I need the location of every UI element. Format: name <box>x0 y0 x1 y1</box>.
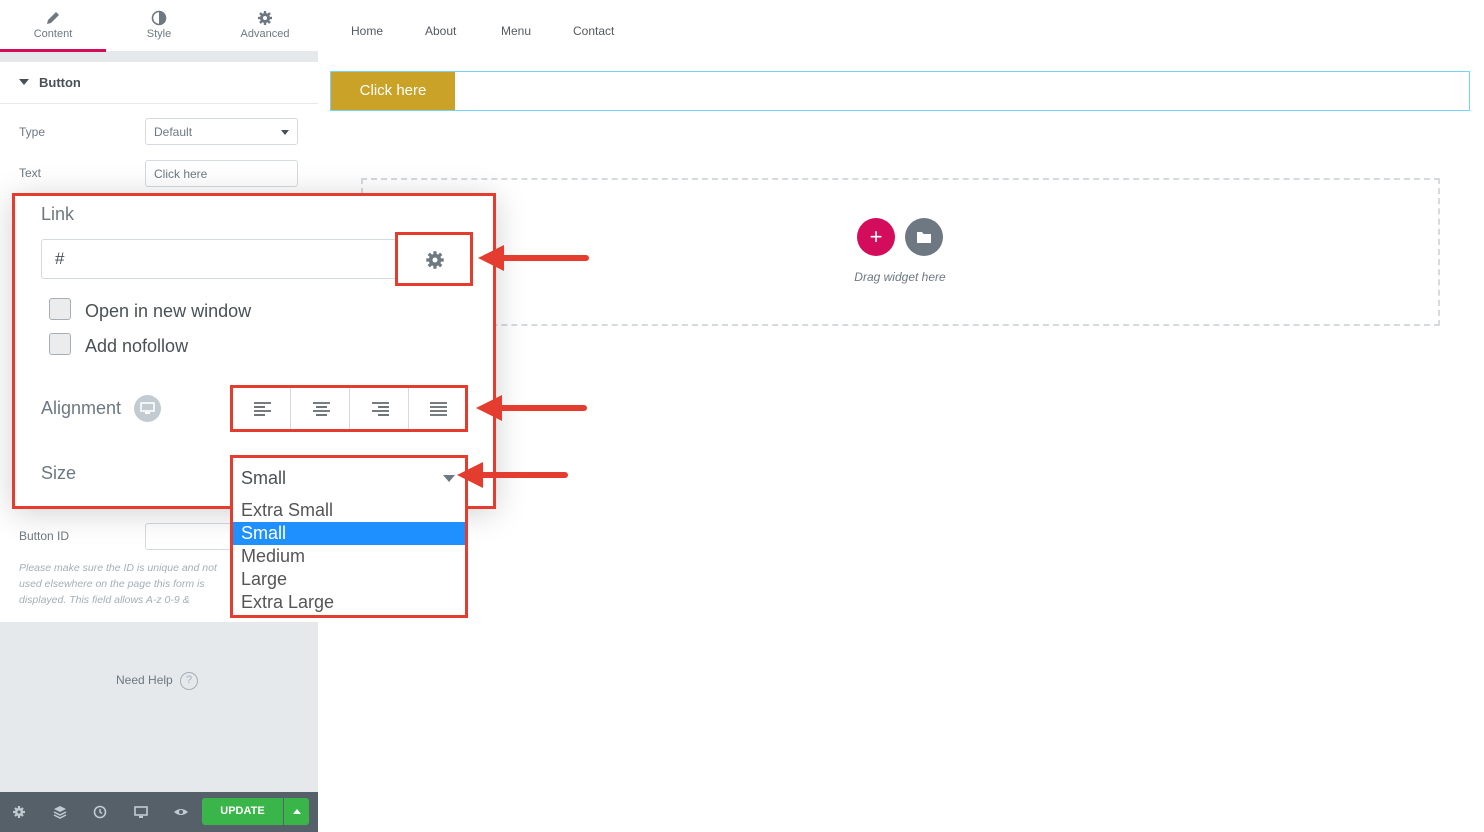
nav-menu[interactable]: Menu <box>501 24 531 38</box>
size-option-extra-small[interactable]: Extra Small <box>233 499 465 522</box>
size-select[interactable]: Small <box>230 455 468 500</box>
button-id-help: Please make sure the ID is unique and no… <box>19 562 217 606</box>
update-button[interactable]: UPDATE <box>202 798 283 825</box>
chevron-down-icon <box>281 130 289 135</box>
link-label: Link <box>41 204 75 224</box>
gear-icon <box>426 251 444 269</box>
type-select-value: Default <box>154 125 193 139</box>
tab-content[interactable]: Content <box>0 0 106 52</box>
align-right-icon <box>372 402 389 416</box>
panel-tabs: Content Style Advanced <box>0 0 318 52</box>
text-label: Text <box>19 166 42 180</box>
align-center-button[interactable] <box>292 388 350 429</box>
tab-style[interactable]: Style <box>106 0 212 52</box>
size-label: Size <box>41 463 77 483</box>
tab-advanced-label: Advanced <box>240 28 290 40</box>
gear-icon <box>258 11 272 25</box>
size-dropdown-list: Extra Small Small Medium Large Extra Lar… <box>230 496 468 618</box>
preview-icon[interactable] <box>173 804 189 820</box>
align-right-button[interactable] <box>351 388 409 429</box>
size-select-value: Small <box>241 468 287 488</box>
tab-advanced[interactable]: Advanced <box>212 0 318 52</box>
nav-about[interactable]: About <box>425 24 456 38</box>
need-help-link[interactable]: Need Help ? <box>116 672 199 690</box>
size-option-extra-large[interactable]: Extra Large <box>233 591 465 614</box>
caret-down-icon <box>19 79 29 85</box>
chevron-down-icon <box>443 475 455 482</box>
need-help-label: Need Help <box>116 673 173 688</box>
align-justify-button[interactable] <box>410 388 468 429</box>
size-option-medium[interactable]: Medium <box>233 545 465 568</box>
annotation-arrow-alignment <box>476 395 587 421</box>
contrast-icon <box>151 10 167 26</box>
tab-style-label: Style <box>146 28 172 40</box>
nav-contact[interactable]: Contact <box>573 24 614 38</box>
annotation-arrow-gear <box>478 245 589 271</box>
nav-home[interactable]: Home <box>351 24 383 38</box>
settings-icon[interactable] <box>11 804 27 820</box>
open-new-window-checkbox[interactable] <box>49 298 71 320</box>
align-justify-icon <box>430 402 447 416</box>
button-id-label: Button ID <box>19 529 70 543</box>
align-left-icon <box>254 402 271 416</box>
text-input[interactable]: Click here <box>145 160 298 187</box>
text-input-value: Click here <box>154 167 208 181</box>
update-options-button[interactable] <box>284 798 309 825</box>
plus-icon[interactable]: + <box>857 218 895 256</box>
section-title: Button <box>39 75 81 90</box>
align-left-button[interactable] <box>233 388 291 429</box>
preview-button[interactable]: Click here <box>331 72 455 110</box>
add-nofollow-checkbox[interactable] <box>49 333 71 355</box>
link-input[interactable]: # <box>41 239 396 279</box>
type-label: Type <box>19 125 46 139</box>
align-center-icon <box>313 402 330 416</box>
alignment-label: Alignment <box>41 398 122 418</box>
pencil-icon <box>47 12 59 24</box>
history-icon[interactable] <box>92 804 108 820</box>
open-new-window-label: Open in new window <box>85 301 252 321</box>
tab-content-label: Content <box>33 28 73 40</box>
alignment-control <box>230 385 468 432</box>
question-icon: ? <box>180 672 199 690</box>
drag-widget-hint: Drag widget here <box>854 270 946 284</box>
type-select[interactable]: Default <box>145 118 298 145</box>
folder-icon[interactable] <box>905 218 943 256</box>
responsive-icon[interactable] <box>134 395 161 422</box>
link-input-value: # <box>55 249 65 268</box>
responsive-icon[interactable] <box>133 804 149 820</box>
size-option-large[interactable]: Large <box>233 568 465 591</box>
link-options-button[interactable] <box>395 232 473 286</box>
annotation-arrow-size <box>457 462 568 488</box>
size-option-small[interactable]: Small <box>233 522 465 545</box>
add-nofollow-label: Add nofollow <box>85 336 189 356</box>
layers-icon[interactable] <box>52 804 68 820</box>
button-widget-container[interactable] <box>330 71 1470 111</box>
section-button-header[interactable]: Button <box>0 62 318 104</box>
